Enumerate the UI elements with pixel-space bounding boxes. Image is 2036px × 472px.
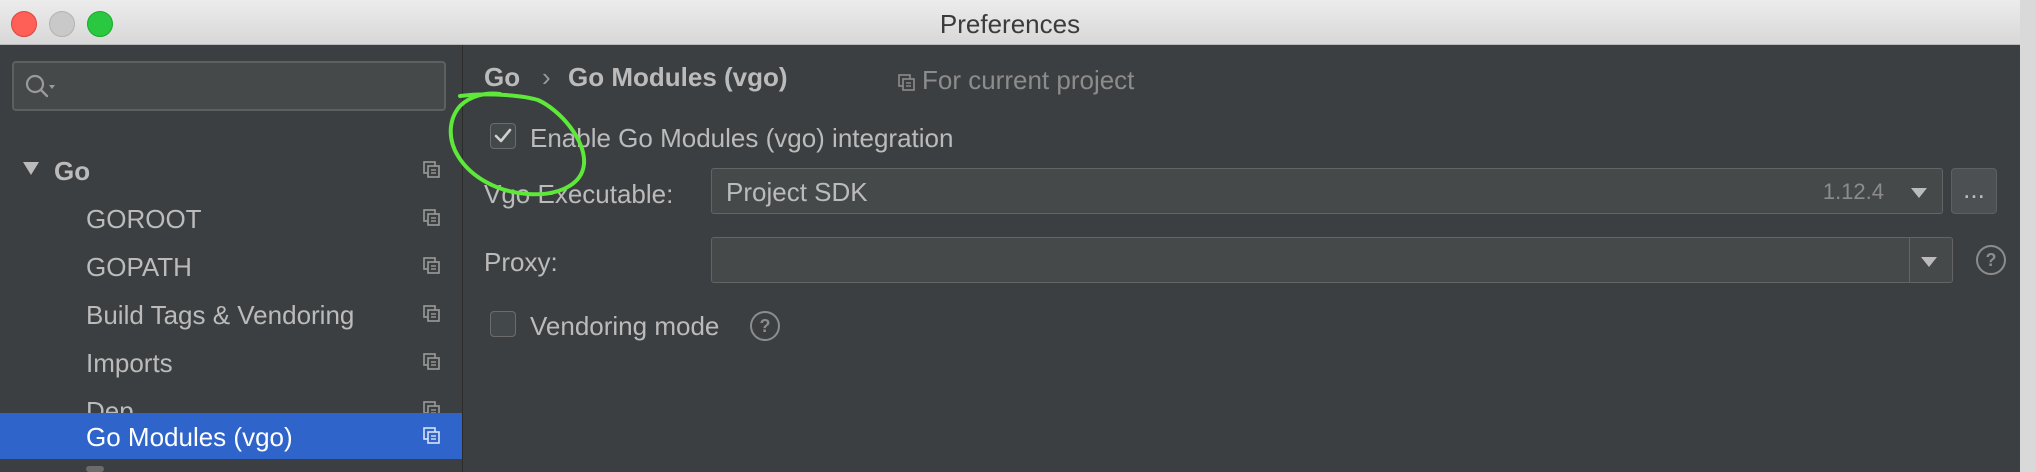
settings-content: Go › Go Modules (vgo) For current projec… (463, 45, 2020, 472)
sidebar-item-go[interactable]: Go (0, 147, 462, 193)
sdk-version: 1.12.4 (1822, 179, 1884, 204)
settings-search-input[interactable] (12, 61, 446, 111)
sidebar-item-gopath[interactable]: GOPATH (0, 243, 462, 289)
sidebar-item-label: GOPATH (86, 252, 192, 282)
sidebar-item-goroot[interactable]: GOROOT (0, 195, 462, 241)
settings-sidebar: Go GOROOT GOPATH Build Tags & Vendoring … (0, 45, 463, 472)
chevron-down-icon (1911, 188, 1927, 198)
title-bar: Preferences (0, 0, 2020, 45)
copy-icon (423, 257, 440, 274)
window-edge (2020, 0, 2036, 472)
sidebar-item-label: Build Tags & Vendoring (86, 300, 355, 330)
copy-icon (423, 305, 440, 322)
expand-arrow-icon (23, 162, 39, 175)
sidebar-item-label: Imports (86, 348, 173, 378)
sidebar-item-imports[interactable]: Imports (0, 339, 462, 385)
vgo-executable-value: Project SDK (726, 177, 868, 207)
copy-icon (423, 209, 440, 226)
copy-icon (898, 74, 915, 91)
scope-label: For current project (922, 65, 1135, 95)
breadcrumb-separator: › (542, 62, 551, 92)
sidebar-item-build-tags[interactable]: Build Tags & Vendoring (0, 291, 462, 337)
proxy-input[interactable] (711, 237, 1953, 283)
breadcrumb-current: Go Modules (vgo) (568, 62, 788, 92)
vgo-executable-label: Vgo Executable: (484, 179, 674, 209)
copy-icon (423, 161, 440, 178)
checkmark-icon (494, 128, 512, 143)
vendoring-mode-checkbox[interactable] (490, 311, 516, 337)
copy-icon (423, 427, 440, 444)
combo-separator (1909, 238, 1910, 282)
proxy-label: Proxy: (484, 247, 558, 277)
vendoring-mode-label: Vendoring mode (530, 311, 720, 341)
sidebar-item-go-modules[interactable]: Go Modules (vgo) (0, 413, 462, 459)
vgo-executable-select[interactable]: Project SDK 1.12.4 (711, 168, 1943, 214)
enable-vgo-label: Enable Go Modules (vgo) integration (530, 123, 954, 153)
proxy-help-icon[interactable]: ? (1976, 245, 2006, 275)
sidebar-scroll-hint (86, 466, 104, 472)
sidebar-item-label: GOROOT (86, 204, 202, 234)
sidebar-item-label: Go (54, 156, 91, 186)
search-icon (25, 74, 55, 98)
window-title: Preferences (939, 9, 1081, 39)
chevron-down-icon[interactable] (1920, 256, 1938, 268)
sidebar-item-label: Go Modules (vgo) (86, 422, 293, 452)
vendoring-help-icon[interactable]: ? (750, 311, 780, 341)
breadcrumb-parent[interactable]: Go (484, 62, 520, 93)
enable-vgo-checkbox[interactable] (490, 123, 516, 149)
browse-executable-button[interactable]: ... (1951, 168, 1997, 214)
project-scope-indicator: For current project (898, 65, 1134, 96)
copy-icon (423, 353, 440, 370)
